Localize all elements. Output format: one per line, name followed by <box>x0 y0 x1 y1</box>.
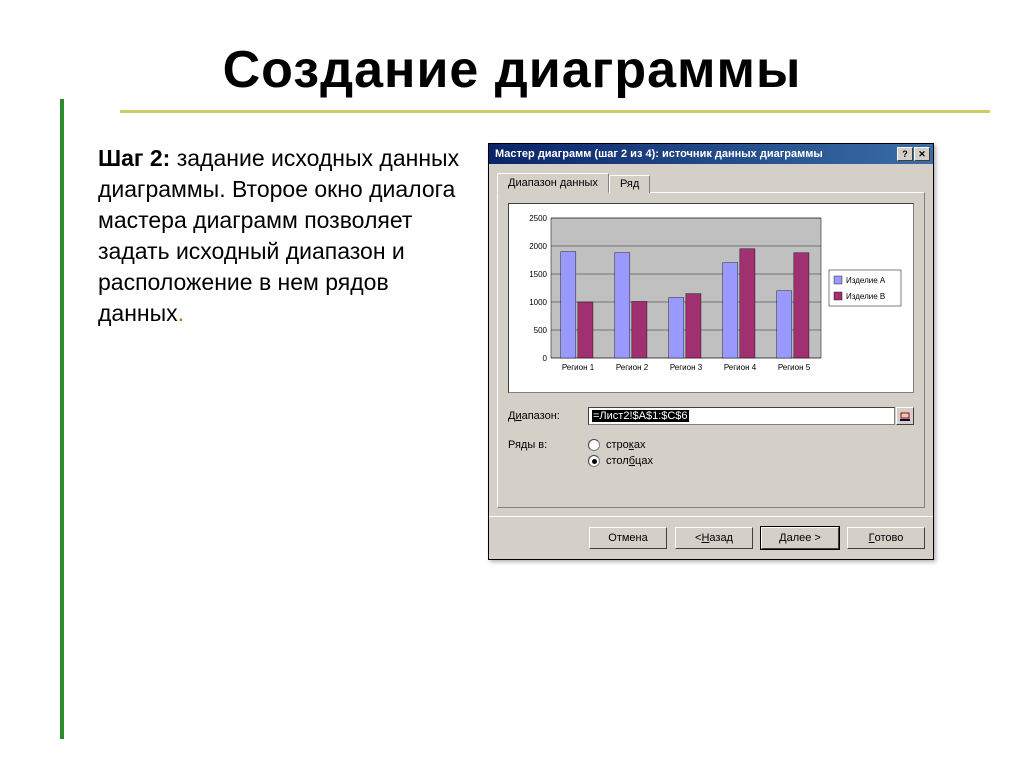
tab-panel: 0 500 1000 1500 2000 2500 Регион 1 Регион 2 Реги… <box>497 192 925 508</box>
vertical-accent <box>60 99 64 739</box>
back-button[interactable]: < Назад <box>675 527 753 549</box>
svg-text:0: 0 <box>543 354 548 363</box>
close-button[interactable]: ✕ <box>914 147 930 161</box>
radio-cols[interactable]: столбцах <box>588 455 653 467</box>
tab-data-range[interactable]: Диапазон данных <box>497 173 609 193</box>
svg-text:1000: 1000 <box>529 298 547 307</box>
svg-text:Регион 1: Регион 1 <box>562 363 595 372</box>
radio-cols-label: столбцах <box>606 455 653 467</box>
svg-text:2500: 2500 <box>529 214 547 223</box>
slide-title: Создание диаграммы <box>0 0 1024 110</box>
svg-text:Регион 4: Регион 4 <box>724 363 757 372</box>
range-input[interactable]: =Лист2!$A$1:$C$6 <box>588 407 895 425</box>
chart-wizard-dialog: Мастер диаграмм (шаг 2 из 4): источник д… <box>488 143 934 560</box>
svg-text:2000: 2000 <box>529 242 547 251</box>
dialog-button-row: Отмена < Назад Далее > Готово <box>489 516 933 559</box>
svg-text:Регион 3: Регион 3 <box>670 363 703 372</box>
range-collapse-button[interactable] <box>896 407 914 425</box>
title-underline <box>120 110 990 113</box>
radio-rows-input[interactable] <box>588 439 600 451</box>
rows-in-label: Ряды в: <box>508 439 588 451</box>
next-button[interactable]: Далее > <box>761 527 839 549</box>
step-description: Шаг 2: задание исходных данных диаграммы… <box>98 143 478 560</box>
radio-rows[interactable]: строках <box>588 439 653 451</box>
radio-rows-label: строках <box>606 439 645 451</box>
svg-text:Регион 2: Регион 2 <box>616 363 649 372</box>
collapse-icon <box>899 410 911 422</box>
svg-text:Изделие B: Изделие B <box>846 292 885 301</box>
finish-button[interactable]: Готово <box>847 527 925 549</box>
step-label: Шаг 2: <box>98 145 170 171</box>
radio-cols-input[interactable] <box>588 455 600 467</box>
svg-text:Регион 5: Регион 5 <box>778 363 811 372</box>
rows-in-row: Ряды в: строках столбцах <box>508 439 914 467</box>
svg-text:1500: 1500 <box>529 270 547 279</box>
titlebar[interactable]: Мастер диаграмм (шаг 2 из 4): источник д… <box>489 144 933 164</box>
titlebar-text: Мастер диаграмм (шаг 2 из 4): источник д… <box>495 148 897 160</box>
step-body: задание исходных данных диаграммы. Второ… <box>98 145 459 326</box>
svg-text:Изделие A: Изделие A <box>846 276 886 285</box>
period-accent: . <box>178 300 184 326</box>
range-label: Диапазон: <box>508 410 588 422</box>
help-button[interactable]: ? <box>897 147 913 161</box>
svg-text:500: 500 <box>534 326 548 335</box>
cancel-button[interactable]: Отмена <box>589 527 667 549</box>
tab-series[interactable]: Ряд <box>609 175 650 193</box>
chart-preview: 0 500 1000 1500 2000 2500 Регион 1 Регион 2 Реги… <box>508 203 914 393</box>
range-row: Диапазон: =Лист2!$A$1:$C$6 <box>508 407 914 425</box>
